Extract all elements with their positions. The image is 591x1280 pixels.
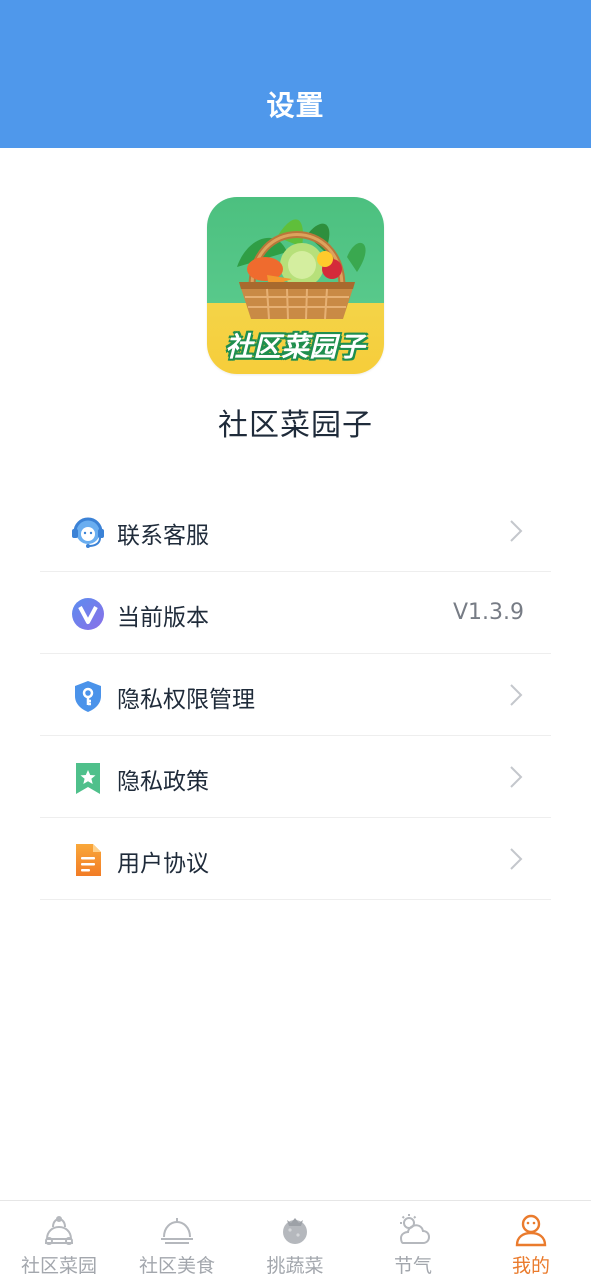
menu-item-label: 隐私权限管理 bbox=[117, 687, 255, 713]
tab-label: 我的 bbox=[511, 1255, 550, 1277]
app-name: 社区菜园子 bbox=[218, 408, 373, 443]
menu-item-label: 隐私政策 bbox=[117, 769, 209, 795]
document-icon bbox=[76, 844, 101, 876]
menu-item-label: 当前版本 bbox=[117, 605, 209, 631]
shield-key-icon bbox=[75, 681, 101, 712]
menu-item-privacy-policy[interactable]: 隐私政策 bbox=[40, 736, 551, 818]
settings-menu: 联系客服 当前版本 V1.3.9 隐私权限管理 隐私政策 用户协议 bbox=[40, 490, 551, 900]
tab-community-food[interactable]: 社区美食 bbox=[118, 1201, 236, 1280]
weather-icon bbox=[399, 1214, 431, 1244]
menu-item-privacy-permissions[interactable]: 隐私权限管理 bbox=[40, 654, 551, 736]
menu-item-user-agreement[interactable]: 用户协议 bbox=[40, 818, 551, 900]
menu-item-customer-service[interactable]: 联系客服 bbox=[40, 490, 551, 572]
menu-item-label: 用户协议 bbox=[117, 851, 209, 877]
tab-label: 社区菜园 bbox=[20, 1255, 97, 1277]
food-cloche-icon bbox=[161, 1218, 193, 1244]
garden-icon bbox=[45, 1216, 73, 1245]
customer-service-icon bbox=[72, 517, 104, 548]
tab-community-garden[interactable]: 社区菜园 bbox=[0, 1201, 118, 1280]
version-value: V1.3.9 bbox=[452, 600, 524, 625]
tab-pick-vegetables[interactable]: 挑蔬菜 bbox=[236, 1201, 354, 1280]
bookmark-star-icon bbox=[76, 763, 100, 794]
vegetable-icon bbox=[283, 1218, 307, 1244]
menu-item-label: 联系客服 bbox=[117, 523, 209, 549]
chevron-right-icon bbox=[510, 684, 523, 706]
bottom-tab-bar: 社区菜园 社区美食 挑蔬菜 节气 我的 bbox=[0, 1200, 591, 1280]
version-icon bbox=[72, 598, 104, 630]
tab-label: 社区美食 bbox=[138, 1255, 215, 1277]
settings-page: 设置 社区菜园子 社区菜园子 联系客服 当前版本 V1.3.9 隐私权限管理 隐… bbox=[0, 0, 591, 1280]
app-logo-text: 社区菜园子 bbox=[225, 332, 366, 363]
tab-label: 挑蔬菜 bbox=[266, 1255, 324, 1277]
tab-mine[interactable]: 我的 bbox=[472, 1201, 590, 1280]
chevron-right-icon bbox=[510, 766, 523, 788]
chevron-right-icon bbox=[510, 848, 523, 870]
user-icon bbox=[515, 1214, 547, 1247]
header-bar: 设置 bbox=[0, 0, 591, 148]
app-logo: 社区菜园子 bbox=[207, 197, 384, 374]
menu-item-version: 当前版本 V1.3.9 bbox=[40, 572, 551, 654]
tab-label: 节气 bbox=[393, 1255, 432, 1277]
page-title: 设置 bbox=[266, 89, 325, 122]
tab-solar-terms[interactable]: 节气 bbox=[354, 1201, 472, 1280]
chevron-right-icon bbox=[510, 520, 523, 542]
